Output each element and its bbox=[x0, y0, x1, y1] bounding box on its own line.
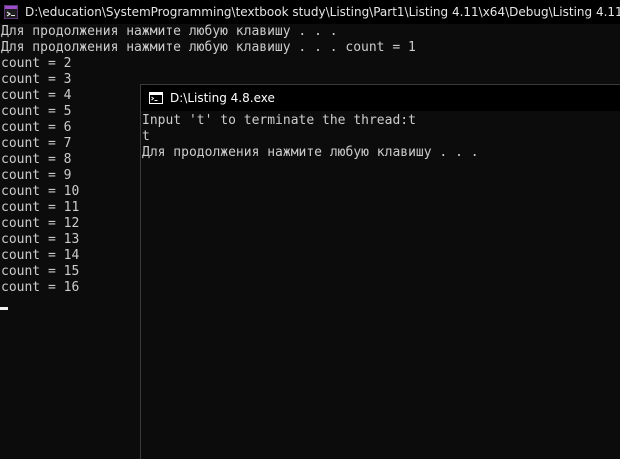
console-line: t bbox=[142, 129, 150, 144]
console-line: count = 16 bbox=[1, 280, 80, 295]
second-window-title: D:\Listing 4.8.exe bbox=[170, 91, 275, 105]
console-line: count = 14 bbox=[1, 248, 80, 263]
console-line: count = 7 bbox=[1, 136, 72, 151]
console-line: Для продолжения нажмите любую клавишу . … bbox=[142, 145, 479, 160]
text-cursor bbox=[0, 307, 8, 310]
second-console-window[interactable]: D:\Listing 4.8.exe Input 't' to terminat… bbox=[140, 84, 620, 459]
console-line: count = 3 bbox=[1, 72, 72, 87]
main-window-titlebar[interactable]: D:\education\SystemProgramming\textbook … bbox=[0, 0, 620, 24]
desktop-screen: D:\education\SystemProgramming\textbook … bbox=[0, 0, 620, 459]
console-line: count = 8 bbox=[1, 152, 72, 167]
second-window-titlebar[interactable]: D:\Listing 4.8.exe bbox=[141, 85, 620, 111]
console-line: count = 13 bbox=[1, 232, 80, 247]
console-line: count = 6 bbox=[1, 120, 72, 135]
console-line: count = 12 bbox=[1, 216, 80, 231]
console-line: count = 2 bbox=[1, 56, 72, 71]
cmd-console-icon bbox=[149, 92, 163, 104]
console-line: count = 9 bbox=[1, 168, 72, 183]
main-window-title: D:\education\SystemProgramming\textbook … bbox=[25, 5, 620, 19]
second-console-output: Input 't' to terminate the thread:t t Дл… bbox=[142, 113, 479, 161]
console-line: count = 15 bbox=[1, 264, 80, 279]
console-line: count = 4 bbox=[1, 88, 72, 103]
console-line: Input 't' to terminate the thread:t bbox=[142, 113, 416, 128]
console-line: count = 11 bbox=[1, 200, 80, 215]
console-line: Для продолжения нажмите любую клавишу . … bbox=[1, 40, 416, 55]
console-line: count = 5 bbox=[1, 104, 72, 119]
console-line: count = 10 bbox=[1, 184, 80, 199]
visual-studio-console-icon bbox=[4, 5, 18, 19]
console-line: Для продолжения нажмите любую клавишу . … bbox=[1, 24, 338, 39]
